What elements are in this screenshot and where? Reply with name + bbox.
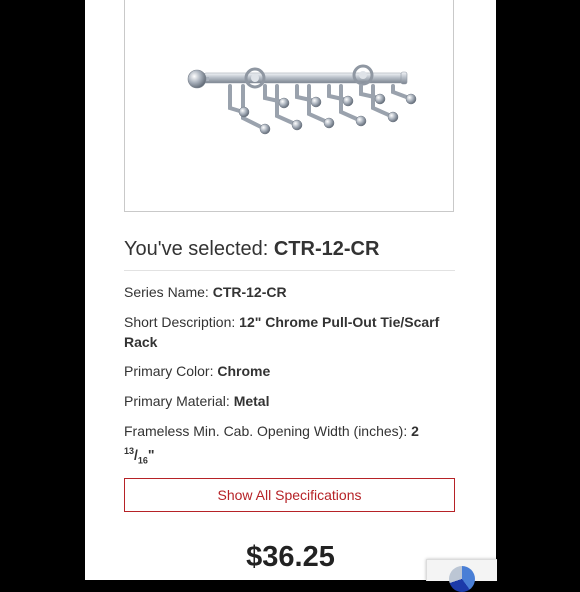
recaptcha-icon: [449, 566, 475, 592]
spec-width-whole: 2: [411, 423, 419, 439]
spec-width-label: Frameless Min. Cab. Opening Width (inche…: [124, 423, 408, 439]
product-panel: You've selected: CTR-12-CR Series Name: …: [85, 0, 496, 580]
spec-width-denominator: 16: [137, 455, 148, 466]
selection-heading: You've selected: CTR-12-CR: [124, 238, 379, 261]
divider: [124, 270, 455, 271]
selection-prefix: You've selected:: [124, 238, 269, 260]
spec-material-value: Metal: [233, 393, 270, 409]
spec-color-value: Chrome: [217, 363, 271, 379]
selection-code: CTR-12-CR: [273, 238, 380, 260]
spec-primary-color: Primary Color: Chrome: [124, 361, 459, 381]
show-all-specifications-button[interactable]: Show All Specifications: [124, 478, 455, 512]
product-image-frame: [124, 0, 454, 212]
tie-rack-image: [187, 64, 417, 135]
spec-opening-width: Frameless Min. Cab. Opening Width (inche…: [124, 423, 419, 466]
spec-width-numerator: 13: [124, 446, 135, 456]
recaptcha-badge[interactable]: [426, 559, 497, 592]
spec-color-label: Primary Color:: [124, 363, 214, 379]
spec-series-value: CTR-12-CR: [212, 284, 287, 300]
spec-series: Series Name: CTR-12-CR: [124, 282, 459, 302]
spec-material-label: Primary Material:: [124, 393, 230, 409]
spec-width-unit: ": [147, 446, 155, 463]
spec-desc-label: Short Description:: [124, 314, 236, 330]
spec-primary-material: Primary Material: Metal: [124, 391, 459, 411]
spec-series-label: Series Name:: [124, 284, 209, 300]
spec-short-description: Short Description: 12" Chrome Pull-Out T…: [124, 312, 459, 352]
